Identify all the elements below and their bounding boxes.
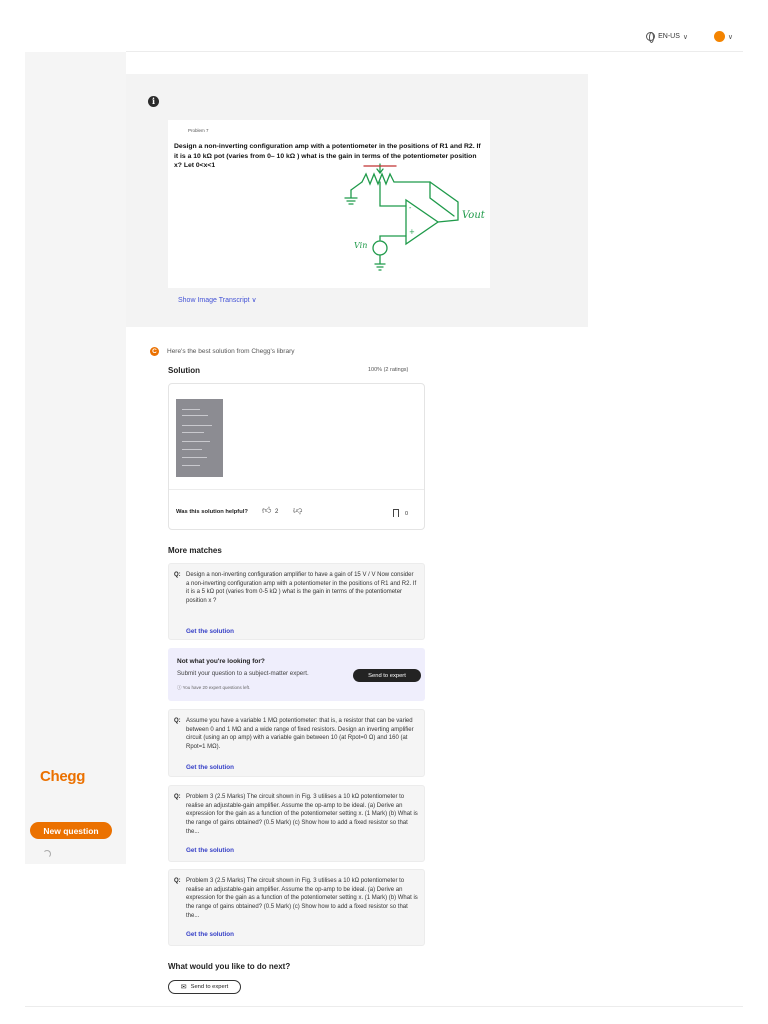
solution-title: Solution xyxy=(168,366,200,375)
solution-card: Was this solution helpful? 👍︎ 2 👍︎ 0 xyxy=(168,383,425,530)
chevron-down-icon: ∨ xyxy=(727,33,733,41)
globe-icon xyxy=(646,32,656,43)
match-text: Design a non-inverting configuration amp… xyxy=(186,572,417,605)
match-text: Assume you have a variable 1 MΩ potentio… xyxy=(186,718,414,751)
divider xyxy=(169,489,424,490)
helpful-label: Was this solution helpful? xyxy=(176,509,248,515)
top-bar: EN-US ∨ ∨ xyxy=(126,30,743,52)
questions-left-label: ⓘ You have 20 expert questions left. xyxy=(177,685,251,690)
match-card[interactable]: Q: Problem 3 (2.5 Marks) The circuit sho… xyxy=(168,869,425,946)
match-text: Problem 3 (2.5 Marks) The circuit shown … xyxy=(186,794,418,835)
svg-text:-: - xyxy=(409,204,412,212)
info-icon: i xyxy=(148,96,159,107)
expert-icon: ✉ xyxy=(180,984,187,991)
new-question-button[interactable]: New question xyxy=(30,822,112,839)
get-solution-link[interactable]: Get the solution xyxy=(186,847,234,854)
profile-menu[interactable]: ∨ xyxy=(713,31,733,42)
question-prefix: Q: xyxy=(174,794,181,800)
send-to-expert-label: Send to expert xyxy=(190,984,229,990)
solution-thumbnail[interactable] xyxy=(176,399,223,477)
question-prefix: Q: xyxy=(174,572,181,578)
get-solution-link[interactable]: Get the solution xyxy=(186,764,234,771)
language-selector[interactable]: EN-US ∨ xyxy=(646,32,688,43)
avatar xyxy=(713,31,725,42)
thumbs-down-icon[interactable]: 👍︎ xyxy=(293,505,302,516)
question-card: i Problem 7 Design a non-inverting confi… xyxy=(126,74,588,327)
chegg-icon: C xyxy=(150,347,159,356)
show-transcript-link[interactable]: Show Image Transcript ∨ xyxy=(178,296,257,304)
match-text: Problem 3 (2.5 Marks) The circuit shown … xyxy=(186,878,418,919)
not-found-subtitle: Submit your question to a subject-matter… xyxy=(177,670,309,677)
bookmark-count: 0 xyxy=(405,511,409,517)
question-prefix: Q: xyxy=(174,878,181,884)
chevron-down-icon: ∨ xyxy=(682,33,688,41)
like-count: 2 xyxy=(275,509,279,515)
thumbs-up-icon[interactable]: 👍︎ xyxy=(262,505,271,516)
not-found-panel: Not what you're looking for? Submit your… xyxy=(168,648,425,701)
svg-text:+: + xyxy=(409,228,415,236)
match-card[interactable]: Q: Assume you have a variable 1 MΩ poten… xyxy=(168,709,425,777)
loading-icon xyxy=(43,850,51,858)
get-solution-link[interactable]: Get the solution xyxy=(186,931,234,938)
bookmark-icon[interactable] xyxy=(393,509,399,517)
next-actions-title: What would you like to do next? xyxy=(168,962,291,971)
send-to-expert-outline-button[interactable]: ✉ Send to expert xyxy=(168,980,241,994)
rating-label: 100% (2 ratings) xyxy=(368,367,409,373)
question-image: Problem 7 Design a non-inverting configu… xyxy=(168,120,490,288)
language-label: EN-US xyxy=(658,33,680,40)
send-to-expert-button[interactable]: Send to expert xyxy=(353,669,421,682)
best-solution-label: Here's the best solution from Chegg's li… xyxy=(167,348,295,355)
more-matches-title: More matches xyxy=(168,546,222,555)
question-prefix: Q: xyxy=(174,718,181,724)
match-card[interactable]: Q: Problem 3 (2.5 Marks) The circuit sho… xyxy=(168,785,425,862)
vout-label: Vout xyxy=(462,210,486,221)
not-found-title: Not what you're looking for? xyxy=(177,658,265,665)
chegg-logo[interactable]: Chegg xyxy=(40,768,85,785)
match-card[interactable]: Q: Design a non-inverting configuration … xyxy=(168,563,425,640)
vin-label: Vin xyxy=(354,241,367,250)
get-solution-link[interactable]: Get the solution xyxy=(186,628,234,635)
divider xyxy=(25,1006,743,1007)
circuit-diagram: - + Vout Vin xyxy=(344,163,486,271)
sidebar xyxy=(25,52,126,864)
